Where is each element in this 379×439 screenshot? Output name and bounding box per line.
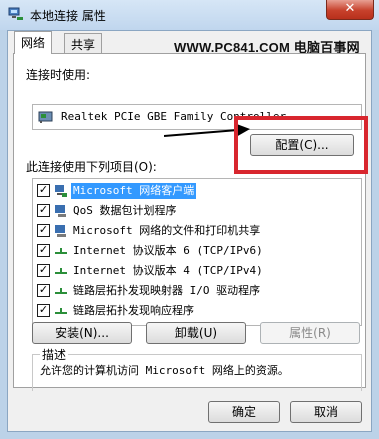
network-connection-icon xyxy=(8,7,24,21)
close-icon: ✕ xyxy=(344,1,356,16)
uninstall-button[interactable]: 卸载(U) xyxy=(146,322,246,344)
install-button[interactable]: 安装(N)... xyxy=(32,322,132,344)
close-button[interactable]: ✕ xyxy=(326,0,374,20)
list-item[interactable]: ✓ QoS 数据包计划程序 xyxy=(37,203,357,219)
dialog-footer: 确定 取消 xyxy=(8,391,371,431)
description-text: 允许您的计算机访问 Microsoft 网络上的资源。 xyxy=(40,364,289,377)
components-list[interactable]: ✓ Microsoft 网络客户端 ✓ QoS 数据包计划程序 ✓ Micros… xyxy=(32,178,362,326)
item-label: Microsoft 网络的文件和打印机共享 xyxy=(73,224,261,237)
item-label: QoS 数据包计划程序 xyxy=(73,204,177,217)
item-checkbox[interactable]: ✓ xyxy=(37,304,50,317)
protocol-icon xyxy=(54,284,68,298)
item-checkbox[interactable]: ✓ xyxy=(37,284,50,297)
list-item[interactable]: ✓ Internet 协议版本 6 (TCP/IPv6) xyxy=(37,243,357,259)
network-client-icon xyxy=(54,184,68,198)
protocol-icon xyxy=(54,264,68,278)
tab-network[interactable]: 网络 xyxy=(14,31,53,54)
tab-sharing[interactable]: 共享 xyxy=(64,33,103,54)
item-checkbox[interactable]: ✓ xyxy=(37,224,50,237)
list-item[interactable]: ✓ Internet 协议版本 4 (TCP/IPv4) xyxy=(37,263,357,279)
tab-network-label: 网络 xyxy=(21,36,46,50)
file-printer-share-icon xyxy=(54,224,68,238)
item-label: 链路层拓扑发现响应程序 xyxy=(73,304,194,317)
item-label: Internet 协议版本 6 (TCP/IPv6) xyxy=(73,244,263,257)
window-title: 本地连接 属性 xyxy=(30,9,106,23)
network-tab-panel: 连接时使用: Realtek PCIe GBE Family Controlle… xyxy=(13,53,368,404)
qos-icon xyxy=(54,204,68,218)
item-checkbox[interactable]: ✓ xyxy=(37,264,50,277)
cancel-button[interactable]: 取消 xyxy=(290,401,362,423)
connect-using-label: 连接时使用: xyxy=(26,68,91,82)
items-section-label: 此连接使用下列项目(O): xyxy=(26,160,157,174)
item-label: 链路层拓扑发现映射器 I/O 驱动程序 xyxy=(73,284,261,297)
protocol-icon xyxy=(54,304,68,318)
title-bar[interactable]: 本地连接 属性 ✕ xyxy=(0,0,379,30)
annotation-highlight-box xyxy=(234,116,368,174)
ok-button[interactable]: 确定 xyxy=(208,401,280,423)
list-item[interactable]: ✓ 链路层拓扑发现响应程序 xyxy=(37,303,357,319)
properties-button[interactable]: 属性(R) xyxy=(260,322,360,344)
tab-sharing-label: 共享 xyxy=(71,38,96,52)
description-title: 描述 xyxy=(40,346,69,363)
item-checkbox[interactable]: ✓ xyxy=(37,244,50,257)
item-checkbox[interactable]: ✓ xyxy=(37,184,50,197)
protocol-icon xyxy=(54,244,68,258)
dialog-client-area: 网络 共享 WWW.PC841.COM 电脑百事网 连接时使用: Realtek… xyxy=(7,30,372,432)
item-label: Internet 协议版本 4 (TCP/IPv4) xyxy=(73,264,263,277)
item-label: Microsoft 网络客户端 xyxy=(71,183,197,199)
list-item[interactable]: ✓ 链路层拓扑发现映射器 I/O 驱动程序 xyxy=(37,283,357,299)
network-adapter-icon xyxy=(38,110,54,124)
list-item[interactable]: ✓ Microsoft 网络的文件和打印机共享 xyxy=(37,223,357,239)
list-item[interactable]: ✓ Microsoft 网络客户端 xyxy=(37,183,357,199)
item-checkbox[interactable]: ✓ xyxy=(37,204,50,217)
